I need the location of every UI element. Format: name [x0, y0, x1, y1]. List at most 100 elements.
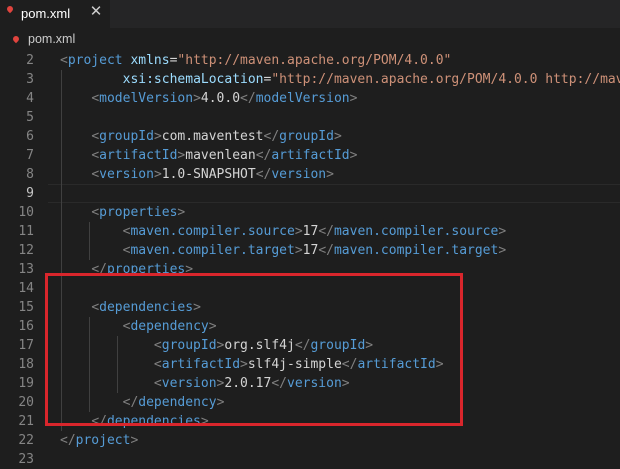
code-token: </ [318, 224, 334, 239]
code-line[interactable]: 8 <version>1.0-SNAPSHOT</version> [0, 165, 620, 184]
line-number: 4 [26, 91, 34, 106]
code-line[interactable]: 6 <groupId>com.maventest</groupId> [0, 127, 620, 146]
code-token: com.maventest [161, 129, 264, 144]
line-number: 11 [18, 224, 34, 239]
code-token: </ [255, 148, 272, 163]
line-number: 8 [26, 167, 34, 182]
code-text: <modelVersion>4.0.0</modelVersion> [60, 89, 357, 108]
line-number: 16 [18, 319, 34, 334]
code-token: version [271, 167, 327, 182]
code-token: </ [318, 243, 334, 258]
code-token: < [91, 205, 100, 220]
code-token: maven.compiler.target [130, 243, 295, 258]
code-line[interactable]: 23 [0, 450, 620, 469]
code-token: </ [60, 433, 76, 448]
code-token: > [333, 129, 342, 144]
xml-file-icon [5, 4, 15, 14]
indent-guide [89, 222, 90, 260]
close-icon[interactable]: ✕ [88, 4, 104, 20]
line-number: 13 [18, 262, 34, 277]
code-token: mavenlean [185, 148, 256, 163]
code-token: 17 [302, 224, 319, 239]
code-token: "http://maven.apache.org/POM/4.0.0 http:… [271, 72, 620, 87]
code-token: > [498, 224, 507, 239]
code-line[interactable]: 10 <properties> [0, 203, 620, 222]
code-token: artifactId [271, 148, 350, 163]
code-token: > [326, 167, 334, 182]
line-number: 7 [26, 148, 34, 163]
code-token: > [498, 243, 507, 258]
code-line[interactable]: 4 <modelVersion>4.0.0</modelVersion> [0, 89, 620, 108]
code-token: groupId [99, 129, 154, 144]
line-number: 19 [18, 376, 34, 391]
line-number: 20 [18, 395, 34, 410]
code-token: modelVersion [255, 91, 350, 106]
code-line[interactable]: 9 [0, 184, 620, 203]
code-text: <version>1.0-SNAPSHOT</version> [60, 165, 334, 184]
line-number: 21 [18, 414, 34, 429]
dependencies-highlight-box [45, 273, 463, 426]
code-line[interactable]: 22 </project> [0, 431, 620, 450]
code-token: > [177, 205, 186, 220]
code-token: > [193, 91, 201, 106]
code-token: > [349, 148, 358, 163]
line-number: 6 [26, 129, 34, 144]
code-token: properties [99, 205, 178, 220]
code-token: > [153, 167, 162, 182]
code-token: maven.compiler.target [333, 243, 499, 258]
code-token: 4.0.0 [200, 91, 241, 106]
line-number: 12 [18, 243, 34, 258]
line-number: 18 [18, 357, 34, 372]
line-number: 23 [18, 452, 34, 467]
code-token: < [91, 129, 100, 144]
code-text: <properties> [60, 203, 185, 222]
code-token: > [294, 243, 303, 258]
code-text: <groupId>com.maventest</groupId> [60, 127, 342, 146]
code-line[interactable]: 12 <maven.compiler.target>17</maven.comp… [0, 241, 620, 260]
line-number: 2 [26, 53, 34, 68]
code-line[interactable]: 3 xsi:schemaLocation="http://maven.apach… [0, 70, 620, 89]
code-text: <project xmlns="http://maven.apache.org/… [60, 51, 451, 70]
line-number: 22 [18, 433, 34, 448]
code-token: version [99, 167, 154, 182]
code-token: < [91, 91, 100, 106]
breadcrumb: pom.xml [0, 28, 620, 50]
code-line[interactable]: 11 <maven.compiler.source>17</maven.comp… [0, 222, 620, 241]
line-number: 14 [18, 281, 34, 296]
code-token: xmlns [130, 53, 170, 68]
tab-label: pom.xml [21, 6, 71, 21]
code-token: groupId [279, 129, 334, 144]
code-text: <artifactId>mavenlean</artifactId> [60, 146, 357, 165]
code-token: xsi:schemaLocation [122, 72, 264, 87]
code-token: 17 [302, 243, 319, 258]
code-token: > [294, 224, 303, 239]
code-text: xsi:schemaLocation="http://maven.apache.… [60, 70, 620, 89]
code-token: > [153, 129, 162, 144]
code-token: > [349, 91, 358, 106]
line-number: 10 [18, 205, 34, 220]
code-token: artifactId [99, 148, 178, 163]
tab-bar: pom.xml ✕ [0, 0, 620, 28]
code-token: </ [240, 91, 256, 106]
code-line[interactable]: 7 <artifactId>mavenlean</artifactId> [0, 146, 620, 165]
code-token: project [75, 433, 131, 448]
code-line[interactable]: 2 <project xmlns="http://maven.apache.org… [0, 51, 620, 70]
line-number: 9 [26, 186, 34, 201]
code-line[interactable]: 5 [0, 108, 620, 127]
code-token: < [60, 53, 68, 68]
code-token: > [130, 433, 139, 448]
code-token: < [91, 148, 100, 163]
tab-pom-xml[interactable]: pom.xml ✕ [0, 0, 110, 28]
code-text: </project> [60, 431, 138, 450]
breadcrumb-item-pom-xml[interactable]: pom.xml [28, 32, 75, 46]
line-number: 3 [26, 72, 34, 87]
line-number: 5 [26, 110, 34, 125]
code-token: < [91, 167, 100, 182]
code-token: </ [255, 167, 272, 182]
